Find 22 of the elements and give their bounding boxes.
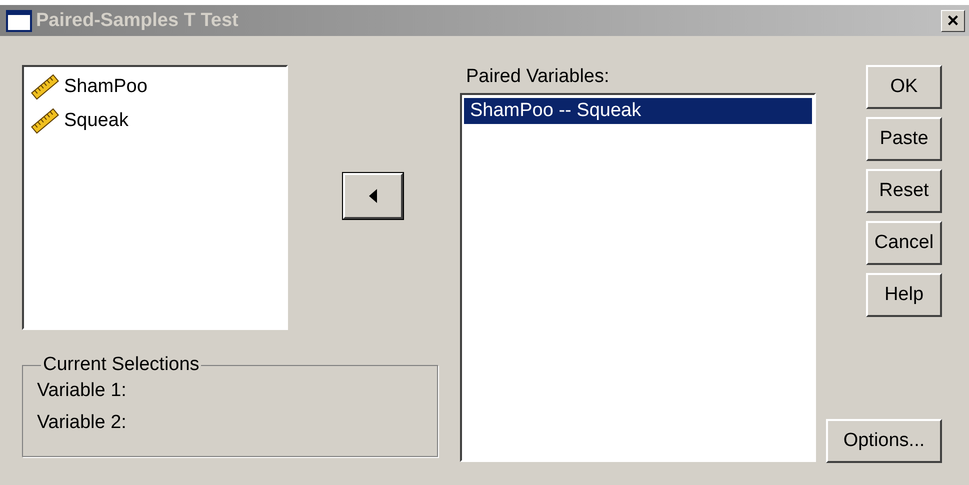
window-title: Paired-Samples T Test — [36, 10, 240, 32]
paired-item[interactable]: ShamPoo -- Squeak — [464, 98, 812, 124]
dialog-button[interactable]: Cancel — [866, 221, 942, 265]
move-button[interactable] — [343, 173, 403, 219]
dialog-button[interactable]: OK — [866, 65, 942, 109]
dialog-button[interactable]: Paste — [866, 117, 942, 161]
variable-item[interactable]: ShamPoo — [26, 70, 284, 104]
variable-name: Squeak — [64, 110, 128, 132]
window-icon — [6, 10, 32, 32]
variable-name: ShamPoo — [64, 76, 148, 98]
dialog-button[interactable]: Help — [866, 273, 942, 317]
group-title: Current Selections — [42, 354, 200, 376]
close-button[interactable]: × — [941, 10, 965, 32]
left-arrow-icon — [369, 189, 377, 203]
selection-label: Variable 1: — [37, 380, 128, 402]
variable-item[interactable]: Squeak — [26, 104, 284, 138]
variable-list[interactable]: ShamPoo Squeak — [22, 65, 288, 330]
paired-variables-label: Paired Variables: — [465, 65, 610, 89]
selection-label: Variable 2: — [37, 412, 128, 434]
dialog-button[interactable]: Reset — [866, 169, 942, 213]
paired-variables-list[interactable]: ShamPoo -- Squeak — [460, 93, 816, 462]
options-button[interactable]: Options... — [826, 419, 942, 463]
